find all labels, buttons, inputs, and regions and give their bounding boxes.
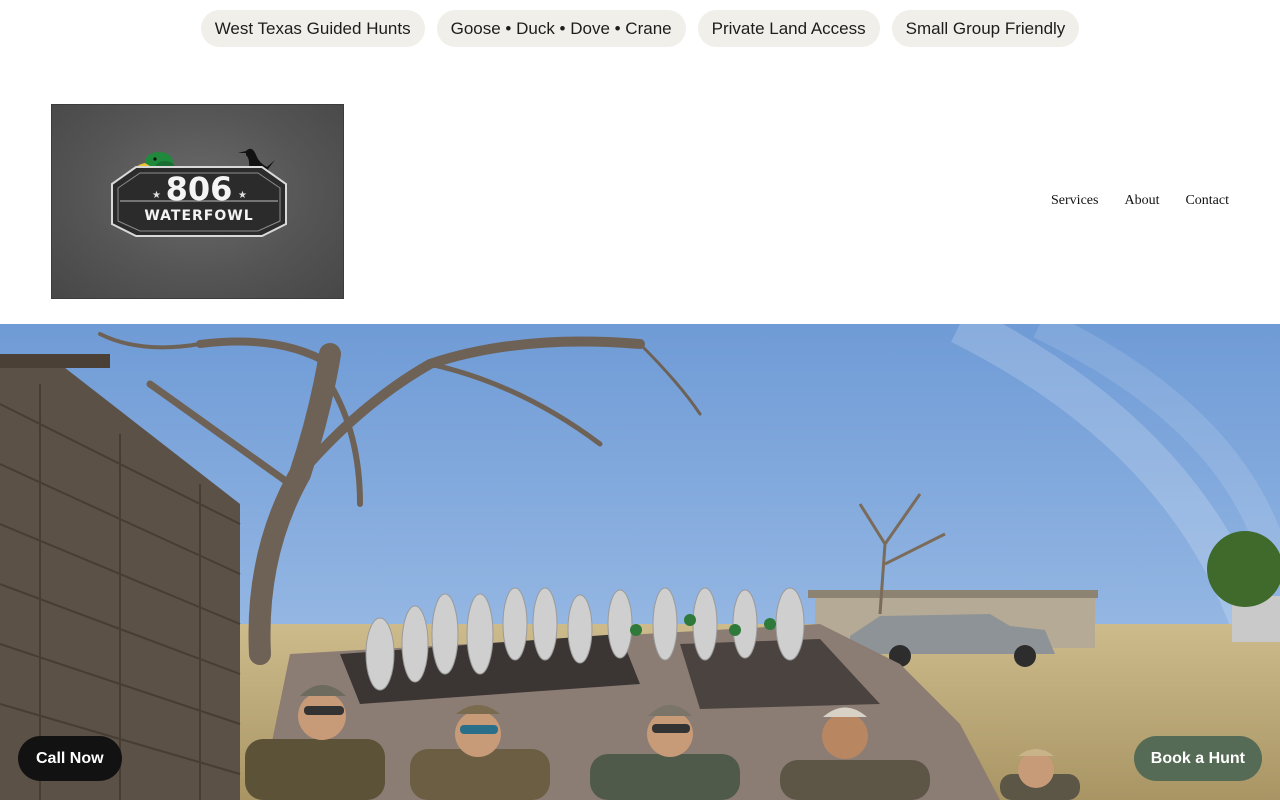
tag-pill: Small Group Friendly	[891, 10, 1080, 47]
nav-link-contact[interactable]: Contact	[1185, 193, 1229, 209]
logo-word: WATERFOWL	[144, 208, 253, 224]
hero-image	[0, 324, 1280, 800]
nav-link-about[interactable]: About	[1124, 193, 1159, 209]
logo-number: 806	[166, 170, 233, 208]
book-a-hunt-button[interactable]: Book a Hunt	[1133, 736, 1262, 781]
site-logo[interactable]: ★ ★ 806 WATERFOWL	[51, 104, 344, 299]
main-nav: Services About Contact	[1051, 193, 1229, 209]
nav-link-services[interactable]: Services	[1051, 193, 1098, 209]
svg-text:★: ★	[152, 190, 161, 201]
svg-text:★: ★	[238, 190, 247, 201]
logo-badge: ★ ★ 806 WATERFOWL	[111, 166, 287, 237]
logo-graphic: ★ ★ 806 WATERFOWL	[111, 148, 287, 237]
tag-pill: West Texas Guided Hunts	[200, 10, 425, 47]
tag-pill: Goose • Duck • Dove • Crane	[436, 10, 686, 47]
tag-pill: Private Land Access	[697, 10, 880, 47]
call-now-button[interactable]: Call Now	[18, 736, 122, 781]
tag-bar: West Texas Guided Hunts Goose • Duck • D…	[0, 10, 1280, 47]
